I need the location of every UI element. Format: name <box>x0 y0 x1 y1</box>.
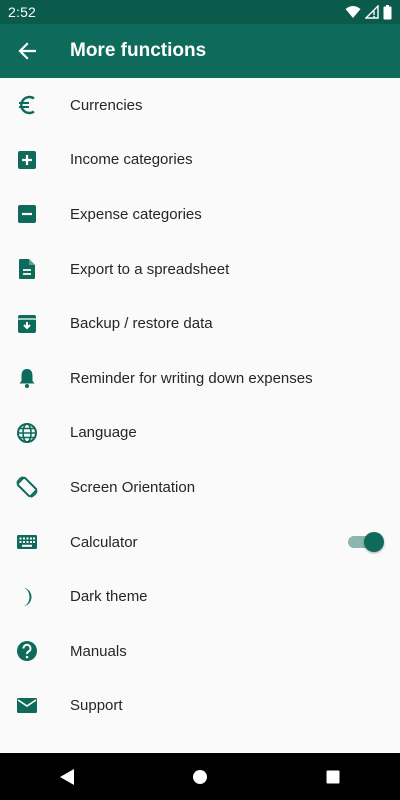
bell-icon <box>19 369 35 389</box>
menu-item-language[interactable]: Language <box>0 406 400 461</box>
menu-item-screen-orientation[interactable]: Screen Orientation <box>0 460 400 515</box>
archive-icon <box>18 314 36 333</box>
circle-home-icon <box>192 769 207 784</box>
menu-item-label: Support <box>70 697 123 715</box>
menu-item-label: Screen Orientation <box>70 478 196 496</box>
screen-rotation-icon <box>16 476 38 499</box>
moon-icon <box>22 587 32 607</box>
toggle-thumb <box>364 532 384 553</box>
menu-item-label: Manuals <box>70 642 127 660</box>
minus-box-icon <box>18 205 36 224</box>
globe-icon <box>17 422 37 443</box>
mail-icon <box>17 698 37 714</box>
status-bar: 2:52 <box>0 0 400 24</box>
square-recents-icon <box>326 770 340 783</box>
menu-item-expense-categories[interactable]: Expense categories <box>0 187 400 242</box>
menu-item-backup-restore[interactable]: Backup / restore data <box>0 296 400 351</box>
help-icon <box>17 641 37 662</box>
menu-item-export-spreadsheet[interactable]: Export to a spreadsheet <box>0 242 400 297</box>
page-title: More functions <box>70 40 207 61</box>
menu-item-reminder[interactable]: Reminder for writing down expenses <box>0 351 400 406</box>
menu-item-income-categories[interactable]: Income categories <box>0 133 400 188</box>
menu-item-label: Currencies <box>70 96 143 114</box>
navigation-bar <box>0 753 400 800</box>
battery-icon <box>383 4 392 19</box>
calculator-toggle[interactable] <box>348 532 384 553</box>
app-bar: More functions <box>0 24 400 78</box>
menu-item-label: Expense categories <box>70 205 202 223</box>
triangle-back-icon <box>59 768 74 785</box>
menu-item-manuals[interactable]: Manuals <box>0 624 400 679</box>
euro-icon <box>19 96 35 115</box>
menu-item-label: Reminder for writing down expenses <box>70 369 313 387</box>
functions-list: Currencies Income categories Expense cat… <box>0 78 400 754</box>
nav-recents-button[interactable] <box>303 753 363 800</box>
status-icons <box>345 0 392 24</box>
menu-item-label: Backup / restore data <box>70 315 213 333</box>
menu-item-label: Dark theme <box>70 588 148 606</box>
menu-item-dark-theme[interactable]: Dark theme <box>0 569 400 624</box>
document-icon <box>19 259 35 280</box>
nav-back-button[interactable] <box>37 753 97 800</box>
menu-item-label: Calculator <box>70 533 138 551</box>
menu-item-currencies[interactable]: Currencies <box>0 78 400 133</box>
back-button[interactable] <box>0 24 54 78</box>
arrow-back-icon <box>18 42 36 60</box>
menu-item-label: Income categories <box>70 151 193 169</box>
menu-item-support[interactable]: Support <box>0 679 400 734</box>
menu-item-calculator[interactable]: Calculator <box>0 515 400 570</box>
wifi-icon <box>345 6 361 18</box>
keyboard-icon <box>17 535 37 550</box>
status-time: 2:52 <box>8 4 37 20</box>
nav-home-button[interactable] <box>170 753 230 800</box>
menu-item-label: Language <box>70 424 137 442</box>
menu-item-label: Export to a spreadsheet <box>70 260 230 278</box>
plus-box-icon <box>18 150 36 169</box>
signal-icon <box>365 5 379 19</box>
